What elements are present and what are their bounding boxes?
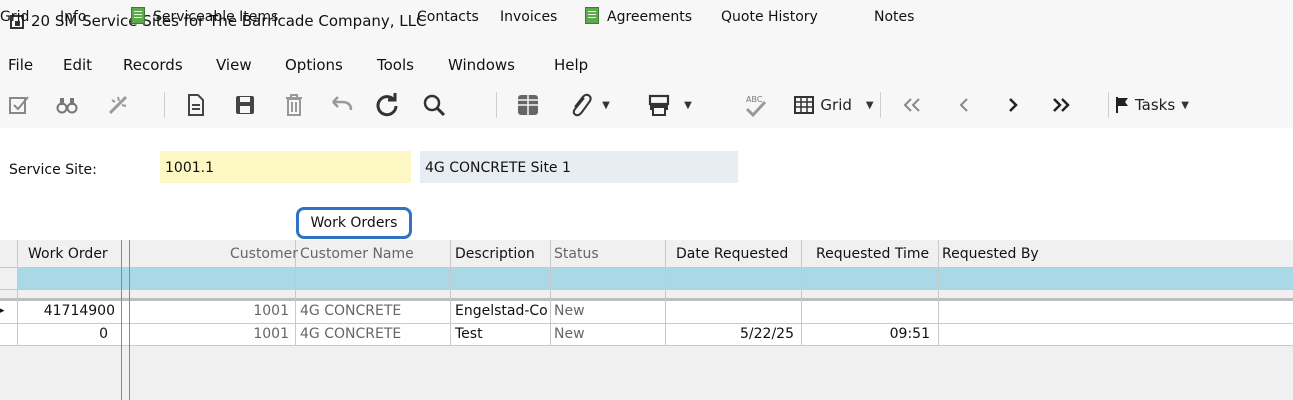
next-record-icon[interactable] xyxy=(998,90,1028,120)
previous-record-icon[interactable] xyxy=(949,90,979,120)
print-icon[interactable]: ▼ xyxy=(640,90,700,120)
tab-quote-history[interactable]: Quote History xyxy=(721,6,818,30)
document-icon xyxy=(131,7,145,24)
flag-icon xyxy=(1116,97,1128,113)
menu-records[interactable]: Records xyxy=(123,56,183,74)
menu-edit[interactable]: Edit xyxy=(63,56,92,74)
column-header-description[interactable]: Description xyxy=(455,246,535,262)
toolbar-separator xyxy=(164,92,165,118)
first-record-icon[interactable] xyxy=(897,90,927,120)
delete-icon[interactable] xyxy=(279,90,309,120)
current-row-indicator: ▸ xyxy=(0,306,5,316)
cell-work-order[interactable]: 41714900 xyxy=(18,303,115,319)
tab-serviceable-items[interactable]: Serviceable Items xyxy=(131,6,278,30)
grid-button[interactable]: Grid ▼ xyxy=(794,90,874,120)
search-icon[interactable] xyxy=(419,90,449,120)
service-site-description: 4G CONCRETE Site 1 xyxy=(420,151,738,183)
tab-info[interactable]: Info xyxy=(60,6,87,30)
column-header-work-order[interactable]: Work Order xyxy=(28,246,108,262)
cell-customer-name[interactable]: 4G CONCRETE xyxy=(300,303,446,319)
menu-tools[interactable]: Tools xyxy=(377,56,414,74)
document-icon xyxy=(585,7,599,24)
menu-bar: File Edit Records View Options Tools Win… xyxy=(0,48,1293,82)
toolbar-separator xyxy=(880,92,881,118)
menu-file[interactable]: File xyxy=(8,56,33,74)
edit-check-icon[interactable] xyxy=(4,90,34,120)
column-header-date-requested[interactable]: Date Requested xyxy=(676,246,788,262)
cell-description[interactable]: Test xyxy=(455,326,549,342)
work-orders-grid: Work Order Customer Customer Name Descri… xyxy=(0,240,1293,400)
new-document-icon[interactable] xyxy=(181,90,211,120)
cell-status[interactable]: New xyxy=(554,326,662,342)
tab-contacts[interactable]: Contacts xyxy=(417,6,479,30)
grid-icon xyxy=(794,96,815,114)
cell-status[interactable]: New xyxy=(554,303,662,319)
cell-work-order[interactable]: 0 xyxy=(18,326,108,342)
toolbar-separator xyxy=(1108,92,1109,118)
menu-options[interactable]: Options xyxy=(285,56,343,74)
menu-view[interactable]: View xyxy=(216,56,252,74)
cell-date-requested[interactable]: 5/22/25 xyxy=(666,326,794,342)
layout-icon[interactable] xyxy=(513,90,543,120)
menu-help[interactable]: Help xyxy=(554,56,588,74)
column-header-requested-by[interactable]: Requested By xyxy=(942,246,1039,262)
tab-agreements[interactable]: Agreements xyxy=(585,6,692,30)
undo-icon[interactable] xyxy=(327,90,357,120)
wand-icon[interactable] xyxy=(103,90,133,120)
toolbar-separator xyxy=(496,92,497,118)
column-header-customer-name[interactable]: Customer Name xyxy=(300,246,414,262)
tab-grid[interactable]: Grid xyxy=(0,6,29,30)
refresh-icon[interactable] xyxy=(372,90,402,120)
tab-work-orders[interactable]: Work Orders xyxy=(296,207,412,239)
column-header-requested-time[interactable]: Requested Time xyxy=(816,246,929,262)
svg-text:ABC: ABC xyxy=(746,95,763,104)
service-site-label: Service Site: xyxy=(9,162,97,178)
menu-windows[interactable]: Windows xyxy=(448,56,515,74)
binoculars-icon[interactable] xyxy=(52,90,82,120)
filter-row[interactable] xyxy=(17,267,1293,289)
attachment-icon[interactable]: ▼ xyxy=(567,90,613,120)
cell-customer[interactable]: 1001 xyxy=(130,326,289,342)
service-site-input[interactable]: 1001.1 xyxy=(160,151,411,183)
toolbar: ▼ ▼ ABC Grid ▼ Tasks ▼ xyxy=(0,82,1293,128)
save-icon[interactable] xyxy=(230,90,260,120)
tab-notes[interactable]: Notes xyxy=(874,6,914,30)
column-header-status[interactable]: Status xyxy=(554,246,599,262)
tasks-button[interactable]: Tasks ▼ xyxy=(1115,90,1215,120)
cell-description[interactable]: Engelstad-Co xyxy=(455,303,549,319)
tab-invoices[interactable]: Invoices xyxy=(500,6,557,30)
cell-requested-time[interactable]: 09:51 xyxy=(802,326,930,342)
cell-customer-name[interactable]: 4G CONCRETE xyxy=(300,326,446,342)
cell-customer[interactable]: 1001 xyxy=(130,303,289,319)
last-record-icon[interactable] xyxy=(1046,90,1076,120)
column-header-customer[interactable]: Customer xyxy=(230,246,298,262)
spellcheck-icon[interactable]: ABC xyxy=(740,90,770,120)
tab-strip xyxy=(0,210,1293,240)
